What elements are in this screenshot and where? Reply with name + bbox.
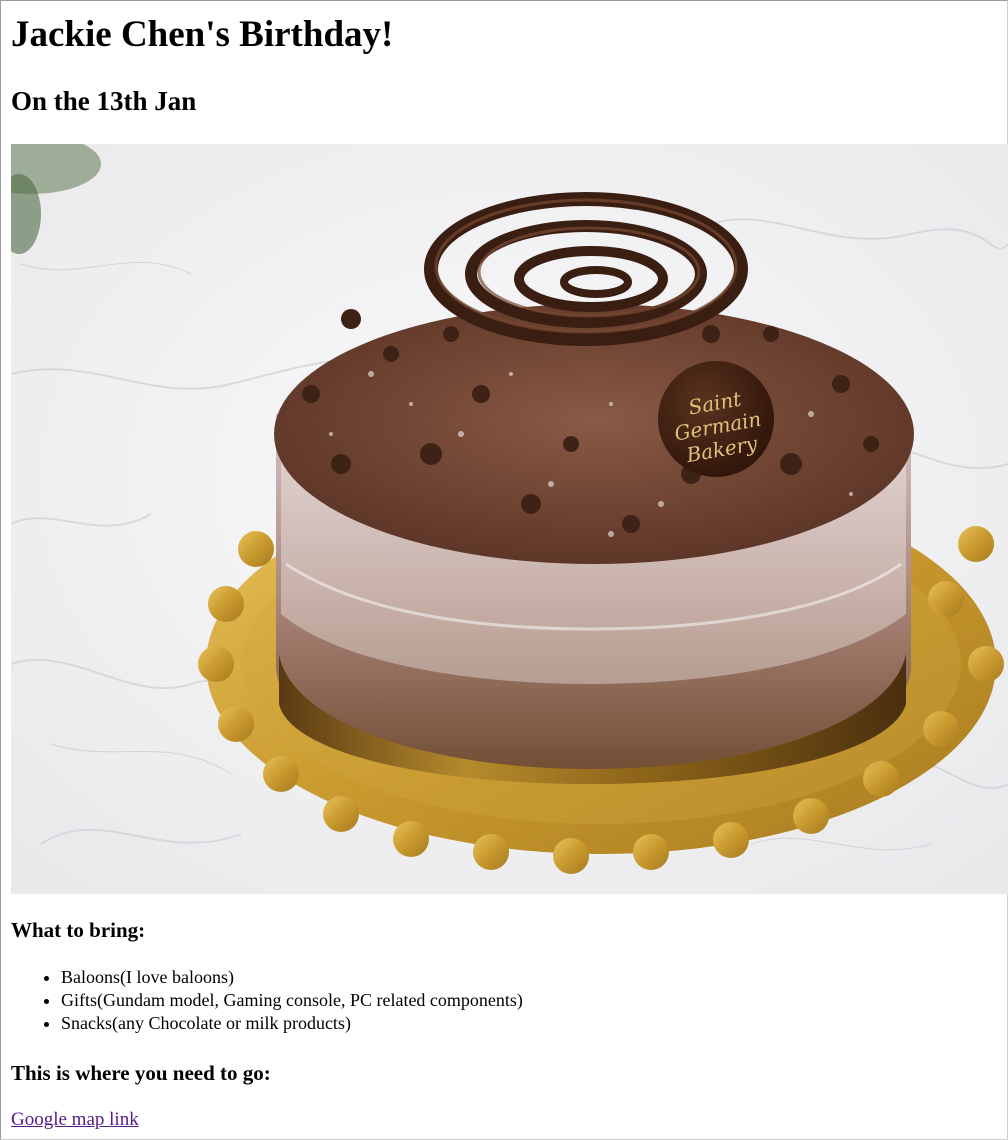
page-title: Jackie Chen's Birthday!: [11, 14, 394, 55]
google-map-link[interactable]: Google map link: [11, 1108, 139, 1132]
list-item: Gifts(Gundam model, Gaming console, PC r…: [61, 989, 523, 1012]
cake-photo: Saint Germain Bakery: [11, 144, 1008, 894]
bring-list: Baloons(I love baloons) Gifts(Gundam mod…: [11, 966, 523, 1035]
list-item: Baloons(I love baloons): [61, 966, 523, 989]
what-to-bring-heading: What to bring:: [11, 918, 146, 942]
location-heading: This is where you need to go:: [11, 1061, 271, 1085]
page-subtitle: On the 13th Jan: [11, 86, 197, 116]
list-item: Snacks(any Chocolate or milk products): [61, 1012, 523, 1035]
